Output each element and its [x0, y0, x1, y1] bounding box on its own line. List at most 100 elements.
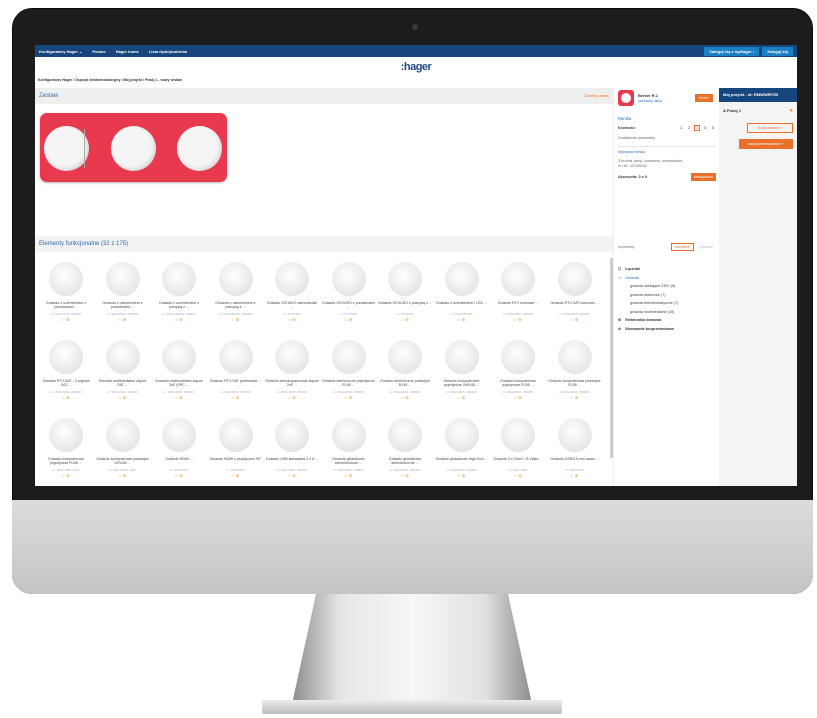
- category-item[interactable]: ☐ Gniazda: [618, 274, 716, 283]
- nav-help[interactable]: Pomoc: [92, 49, 105, 54]
- add-icon[interactable]: ⊕: [462, 473, 467, 478]
- add-icon[interactable]: ⊕: [292, 395, 297, 400]
- product-image[interactable]: [105, 340, 140, 374]
- category-item[interactable]: gniazda zasilające 230V (8): [618, 282, 716, 291]
- product-card[interactable]: Gniazdo USB ładowarka 2.0 A ... nr: WGC28…: [265, 414, 319, 486]
- category-item[interactable]: ⊘ Sterowanie bezprzewodowe: [618, 325, 716, 334]
- product-card[interactable]: Gniazdo HDMI ... nr: WGC270X ☆⊕: [152, 414, 206, 486]
- product-image[interactable]: [162, 340, 196, 374]
- nav-hager-home[interactable]: Hager home: [116, 49, 139, 54]
- add-icon[interactable]: ⊕: [575, 473, 580, 478]
- count-option-selected[interactable]: 3: [694, 125, 700, 131]
- login-button[interactable]: Zaloguj się: [762, 46, 793, 56]
- product-image[interactable]: [162, 418, 196, 452]
- count-option[interactable]: 4: [702, 126, 708, 130]
- product-card[interactable]: Gniazdo SCHUKO samozaciski ... nr: 07/573…: [265, 258, 319, 330]
- add-icon[interactable]: ⊕: [405, 317, 410, 322]
- product-image[interactable]: [162, 262, 196, 296]
- product-card[interactable]: Gniazdo HDMI z przyłączem 90° ... nr: WGC…: [209, 414, 263, 486]
- product-image[interactable]: [331, 262, 366, 296]
- product-card[interactable]: Gniazdo głośnikowe stereofoniczne ... nr:…: [378, 414, 432, 486]
- add-room-button[interactable]: dodaj pomieszczenie +: [739, 139, 793, 149]
- edit-icon[interactable]: ✎: [790, 108, 793, 113]
- product-image[interactable]: [275, 340, 309, 374]
- room-item[interactable]: A Pokój 1 ✎: [719, 102, 797, 119]
- add-icon[interactable]: ⊕: [179, 395, 184, 400]
- add-icon[interactable]: ⊕: [66, 473, 71, 478]
- product-image[interactable]: [275, 418, 309, 452]
- product-image[interactable]: [275, 262, 309, 296]
- product-image[interactable]: [105, 262, 140, 296]
- product-card[interactable]: Gniazdo multimedialne złącze 3xF (SPC ..…: [152, 336, 206, 408]
- add-icon[interactable]: ⊕: [349, 473, 354, 478]
- add-icon[interactable]: ⊕: [292, 473, 297, 478]
- product-card[interactable]: Gniazdo komputerowe podwójne RJ45 ... nr:…: [548, 336, 602, 408]
- filter-selected-button[interactable]: wybrane: [697, 244, 716, 250]
- product-card[interactable]: Gniazdo RTV-SAT - 2 wyjścia SAT ... nr: W…: [39, 336, 93, 408]
- product-card[interactable]: Gniazdo z uziemieniem i LED ... nr: WGS21…: [435, 258, 489, 330]
- login-myhager-button[interactable]: Zaloguj się z myHager ›: [704, 46, 760, 56]
- frame-preview[interactable]: [40, 113, 227, 182]
- product-card[interactable]: Gniazdo SCHUKO z pokrywą z ... nr: 07/573…: [378, 258, 432, 330]
- product-image[interactable]: [388, 262, 422, 296]
- add-icon[interactable]: ⊕: [292, 317, 297, 322]
- add-icon[interactable]: ⊕: [462, 395, 467, 400]
- product-card[interactable]: Gniazdo komputerowe pojedyncze 2xRJ45 ..…: [435, 336, 489, 408]
- product-card[interactable]: Gniazdo z uziemieniem z przesłonami ... n…: [39, 258, 93, 330]
- category-item[interactable]: ☐ Łączniki: [618, 265, 716, 274]
- product-card[interactable]: Gniazdo z uziemieniem z pokrywą z ... nr:…: [152, 258, 206, 330]
- add-icon[interactable]: ⊕: [575, 317, 580, 322]
- product-image[interactable]: [557, 418, 592, 452]
- product-card[interactable]: Gniazdo RTV końcowe ... nr: WGC238X, 2503…: [491, 258, 545, 330]
- filter-all-button[interactable]: wszystkie: [670, 243, 694, 251]
- change-frame-button[interactable]: Zmień: [695, 94, 713, 102]
- extra-parameters-link[interactable]: Dodatkowe parametry: [618, 136, 716, 140]
- add-icon[interactable]: ⊕: [518, 473, 523, 478]
- product-image[interactable]: [331, 418, 366, 452]
- product-image[interactable]: [49, 418, 83, 452]
- product-image[interactable]: [501, 340, 535, 374]
- category-item[interactable]: gniazda multimedialne (10): [618, 308, 716, 317]
- product-image[interactable]: [331, 340, 366, 374]
- product-card[interactable]: Gniazdo głośnikowe stereofoniczne ... nr:…: [322, 414, 376, 486]
- product-card[interactable]: Gniazdo telefoniczne podwójne RJ45 ... nr…: [378, 336, 432, 408]
- product-card[interactable]: Gniazdo telefoniczne pojedyncze RJ45 ...…: [322, 336, 376, 408]
- add-icon[interactable]: ⊕: [179, 317, 184, 322]
- count-option[interactable]: 1: [678, 126, 684, 130]
- nav-distributors[interactable]: Lista dystrybutorów: [149, 49, 187, 54]
- product-image[interactable]: [49, 340, 83, 374]
- product-card[interactable]: Gniazdo z uziemieniem z pokrywą z ... nr:…: [209, 258, 263, 330]
- nav-configurators[interactable]: Konfiguratory Hager ⌄: [39, 49, 82, 54]
- add-icon[interactable]: ⊕: [66, 317, 71, 322]
- product-card[interactable]: Gniazdo szerokopasmowe złącze 2xF ... nr:…: [265, 336, 319, 408]
- product-image[interactable]: [49, 262, 83, 296]
- add-icon[interactable]: ⊕: [518, 317, 523, 322]
- product-card[interactable]: Gniazdo z uziemieniem z przesłonami ... n…: [96, 258, 150, 330]
- add-set-button[interactable]: dodaj zestaw +: [747, 123, 793, 133]
- product-card[interactable]: Gniazdo komputerowe pojedyncze RJ45 ... n…: [491, 336, 545, 408]
- add-icon[interactable]: ⊕: [405, 395, 410, 400]
- product-image[interactable]: [557, 340, 592, 374]
- add-icon[interactable]: ⊕: [179, 473, 184, 478]
- add-icon[interactable]: ⊕: [236, 395, 241, 400]
- add-icon[interactable]: ⊕: [462, 317, 467, 322]
- product-card[interactable]: Gniazdo 3 x Cinch / S-Video ... nr: WGC29…: [491, 414, 545, 486]
- product-image[interactable]: [218, 262, 253, 296]
- add-icon[interactable]: ⊕: [349, 317, 354, 322]
- product-image[interactable]: [501, 262, 535, 296]
- product-card[interactable]: Gniazdo głośnikowe High End ... nr: WGC29…: [435, 414, 489, 486]
- product-image[interactable]: [218, 340, 253, 374]
- add-icon[interactable]: ⊕: [405, 473, 410, 478]
- category-item[interactable]: gniazda teleinformatyczne (7): [618, 299, 716, 308]
- product-card[interactable]: Gniazdo RTV-SAT końcowe ... nr: WGC239X, …: [548, 258, 602, 330]
- product-image[interactable]: [444, 418, 479, 452]
- add-icon[interactable]: ⊕: [349, 395, 354, 400]
- add-icon[interactable]: ⊕: [123, 317, 128, 322]
- blank-module-slot[interactable]: [177, 126, 222, 171]
- product-image[interactable]: [218, 418, 253, 452]
- product-image[interactable]: [444, 340, 479, 374]
- hager-logo[interactable]: :hager: [35, 60, 797, 74]
- product-image[interactable]: [444, 262, 479, 296]
- product-image[interactable]: [388, 418, 422, 452]
- add-icon[interactable]: ⊕: [123, 395, 128, 400]
